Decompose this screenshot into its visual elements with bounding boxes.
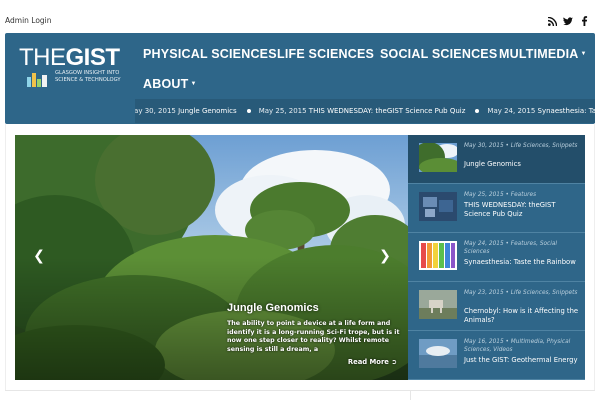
logo-title: THEGIST: [19, 45, 120, 71]
nav-label: MULTIMEDIA: [499, 47, 579, 61]
item-title[interactable]: Jungle Genomics: [464, 160, 580, 169]
thumbnail-image: [419, 290, 457, 319]
ticker-item[interactable]: May 24, 2015 Synaesthesia: Taste the: [487, 107, 595, 115]
item-meta: May 24, 2015 • Features, Social Sciences: [464, 241, 558, 255]
nav-physical-sciences[interactable]: PHYSICAL SCIENCES: [143, 47, 277, 61]
nav-label: ABOUT: [143, 77, 189, 91]
item-meta: May 25, 2015 • Features: [464, 192, 537, 198]
thumbnail-image: [419, 192, 457, 221]
ticker-track: May 30, 2015 Jungle Genomics May 25, 2015…: [135, 107, 595, 115]
ticker-date: May 25, 2015: [258, 107, 307, 115]
item-date: May 30, 2015: [464, 143, 504, 149]
admin-login-link[interactable]: Admin Login: [5, 16, 52, 25]
thumbnail-image: [419, 241, 457, 270]
item-meta: May 23, 2015 • Life Sciences, Snippets: [464, 290, 578, 296]
nav-label: SOCIAL SCIENCES: [380, 47, 498, 61]
bullet-icon: [475, 108, 480, 113]
top-bar: Admin Login: [0, 0, 600, 32]
site-logo[interactable]: THEGIST GLASGOW INSIGHT INTO SCIENCE & T…: [19, 45, 129, 105]
featured-list: May 30, 2015 • Life Sciences, Snippets J…: [408, 135, 585, 380]
ticker-title: Synaesthesia: Taste the: [537, 107, 595, 115]
nav-label: LIFE SCIENCES: [277, 47, 375, 61]
featured-slider[interactable]: ❮ ❯ Jungle Genomics The ability to point…: [15, 135, 408, 380]
nav-about[interactable]: ABOUT ▼: [143, 77, 197, 91]
item-meta: May 30, 2015 • Life Sciences, Snippets: [464, 143, 578, 149]
featured-list-item[interactable]: May 23, 2015 • Life Sciences, Snippets C…: [408, 282, 585, 331]
chevron-down-icon: ▼: [190, 81, 197, 87]
ticker-date: May 30, 2015: [135, 107, 176, 115]
item-categories[interactable]: Life Sciences, Snippets: [511, 290, 578, 296]
item-categories[interactable]: Life Sciences, Snippets: [511, 143, 578, 149]
ticker-item[interactable]: May 30, 2015 Jungle Genomics: [135, 107, 237, 115]
ticker-date: May 24, 2015: [487, 107, 536, 115]
frame-border-left: [5, 124, 6, 390]
item-title[interactable]: Just the GIST: Geothermal Energy: [464, 356, 580, 365]
twitter-icon[interactable]: [562, 15, 574, 27]
logo-title-the: THE: [19, 44, 66, 71]
item-date: May 16, 2015: [464, 339, 504, 345]
item-date: May 25, 2015: [464, 192, 504, 198]
news-ticker: May 30, 2015 Jungle Genomics May 25, 2015…: [135, 99, 595, 123]
ticker-title: THIS WEDNESDAY: theGIST Science Pub Quiz: [308, 107, 466, 115]
item-categories[interactable]: Features: [511, 192, 536, 198]
item-title[interactable]: Synaesthesia: Taste the Rainbow: [464, 258, 580, 267]
column-divider: [410, 390, 411, 400]
thumbnail-image: [419, 339, 457, 368]
slide-excerpt: The ability to point a device at a life …: [227, 320, 400, 353]
read-more-label: Read More: [347, 358, 389, 366]
rss-icon[interactable]: [546, 15, 558, 27]
item-title[interactable]: Chernobyl: How is it Affecting the Anima…: [464, 307, 580, 324]
facebook-icon[interactable]: [578, 15, 590, 27]
slider-next-arrow-icon[interactable]: ❯: [377, 248, 393, 264]
logo-mark-icon: [27, 73, 47, 87]
slide-caption: Jungle Genomics The ability to point a d…: [227, 302, 403, 366]
item-title[interactable]: THIS WEDNESDAY: theGIST Science Pub Quiz: [464, 201, 580, 218]
logo-subtitle-line2: SCIENCE & TECHNOLOGY: [55, 76, 121, 83]
arrow-circle-right-icon: ➲: [391, 358, 397, 366]
nav-label: PHYSICAL SCIENCES: [143, 47, 277, 61]
thumbnail-image: [419, 143, 457, 172]
item-date: May 23, 2015: [464, 290, 504, 296]
logo-title-gist: GIST: [65, 44, 121, 71]
featured-list-item[interactable]: May 24, 2015 • Features, Social Sciences…: [408, 233, 585, 282]
featured-list-item[interactable]: May 25, 2015 • Features THIS WEDNESDAY: …: [408, 184, 585, 233]
bullet-icon: [246, 108, 251, 113]
nav-social-sciences[interactable]: SOCIAL SCIENCES: [380, 47, 497, 61]
ticker-title: Jungle Genomics: [178, 107, 237, 115]
nav-life-sciences[interactable]: LIFE SCIENCES: [277, 47, 374, 61]
nav-multimedia[interactable]: MULTIMEDIA ▼: [499, 47, 587, 61]
featured-list-item[interactable]: May 30, 2015 • Life Sciences, Snippets J…: [408, 135, 585, 184]
slider-prev-arrow-icon[interactable]: ❮: [31, 248, 47, 264]
featured-list-item[interactable]: May 16, 2015 • Multimedia, Physical Scie…: [408, 331, 585, 380]
chevron-down-icon: ▼: [580, 51, 587, 57]
content-divider: [5, 390, 595, 400]
slide-title[interactable]: Jungle Genomics: [227, 302, 403, 314]
frame-border-right: [594, 124, 595, 390]
item-meta: May 16, 2015 • Multimedia, Physical Scie…: [464, 339, 571, 353]
item-date: May 24, 2015: [464, 241, 504, 247]
ticker-item[interactable]: May 25, 2015 THIS WEDNESDAY: theGIST Sci…: [259, 107, 466, 115]
logo-subtitle: GLASGOW INSIGHT INTO SCIENCE & TECHNOLOG…: [55, 70, 135, 83]
read-more-link[interactable]: Read More ➲: [348, 358, 397, 366]
